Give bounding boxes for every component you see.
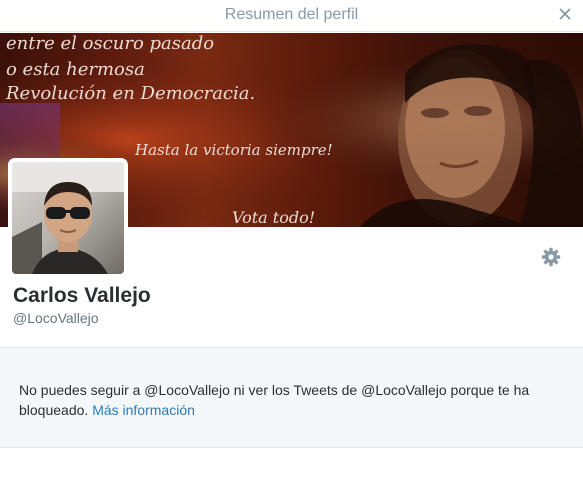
banner-text-line: entre el oscuro pasado bbox=[6, 33, 215, 54]
more-info-link[interactable]: Más información bbox=[92, 402, 195, 418]
banner-text-line: o esta hermosa bbox=[6, 59, 145, 80]
blocked-notice-text: No puedes seguir a @LocoVallejo ni ver l… bbox=[19, 380, 539, 420]
avatar-image bbox=[12, 162, 124, 274]
close-icon bbox=[559, 8, 571, 20]
banner-text-line: Vota todo! bbox=[232, 208, 316, 227]
banner-text-line: Hasta la victoria siempre! bbox=[135, 141, 333, 159]
display-name[interactable]: Carlos Vallejo bbox=[13, 284, 151, 308]
gear-icon bbox=[541, 247, 561, 267]
profile-summary-modal: Resumen del perfil entre el oscuro pasad… bbox=[0, 0, 583, 477]
avatar[interactable] bbox=[8, 158, 128, 278]
modal-header: Resumen del perfil bbox=[0, 0, 583, 32]
settings-button[interactable] bbox=[540, 246, 562, 268]
modal-title: Resumen del perfil bbox=[224, 6, 359, 23]
blocked-notice: No puedes seguir a @LocoVallejo ni ver l… bbox=[0, 347, 583, 448]
close-button[interactable] bbox=[555, 4, 575, 24]
banner-text-line: Revolución en Democracia. bbox=[6, 83, 256, 104]
screen-name[interactable]: @LocoVallejo bbox=[13, 310, 99, 326]
